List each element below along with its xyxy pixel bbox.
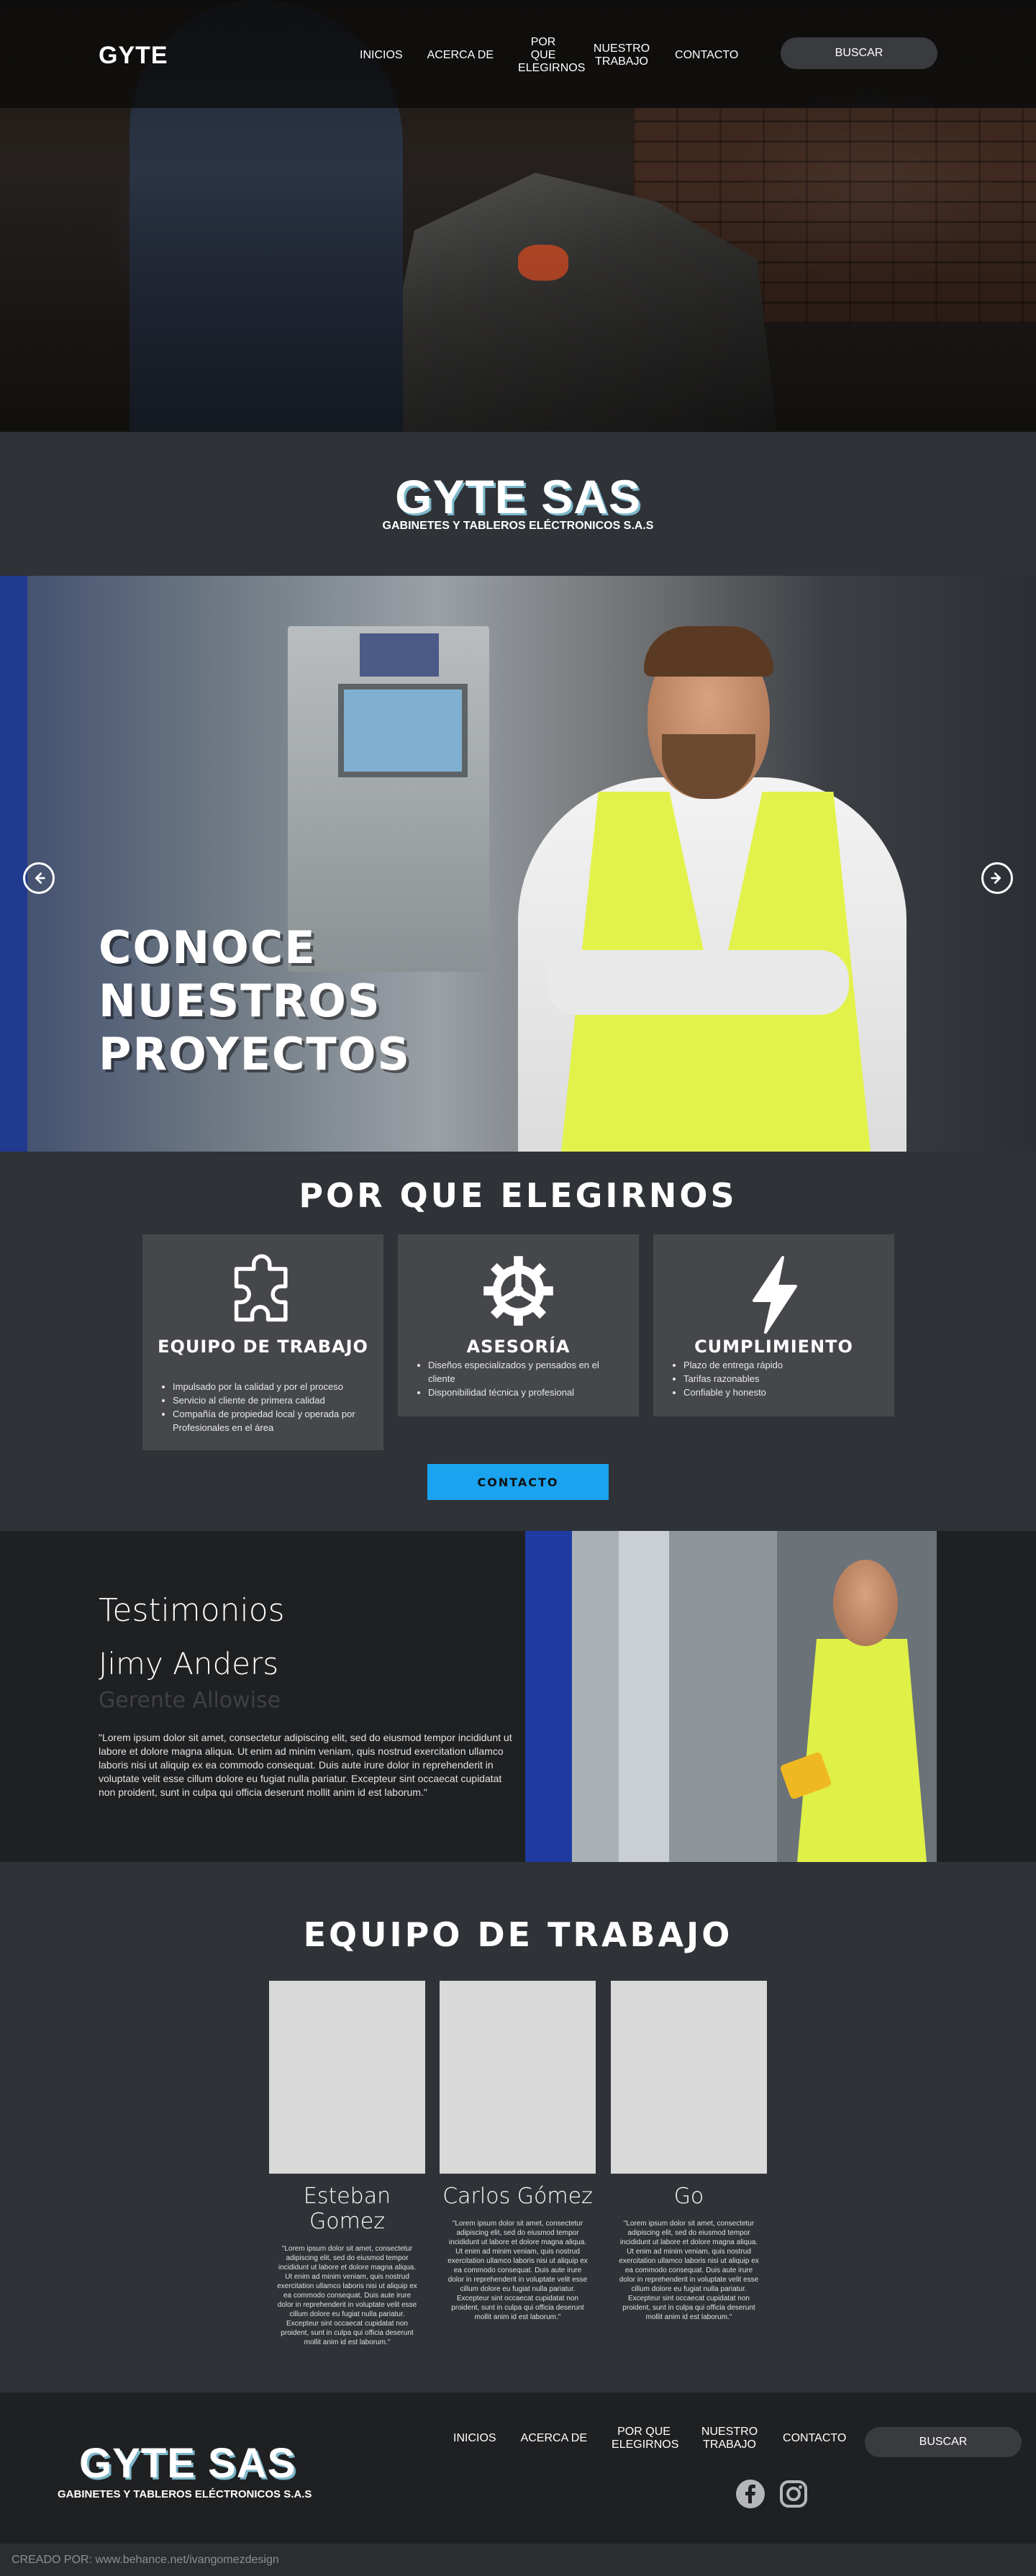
- credit-bar: CREADO POR: www.behance.net/ivangomezdes…: [0, 2544, 1036, 2576]
- carousel-panel-screen: [338, 684, 468, 777]
- why-card-list: Diseños especializados y pensados en el …: [415, 1358, 624, 1399]
- team-member: Go "Lorem ipsum dolor sit amet, consecte…: [611, 1981, 767, 2322]
- footer-link-por-que[interactable]: POR QUE ELEGIRNOS: [612, 2426, 678, 2451]
- footer-social: [735, 2479, 809, 2509]
- nav-search-button[interactable]: BUSCAR: [781, 37, 937, 69]
- carousel-blue-pillar: [0, 576, 27, 1152]
- why-card-title: ASESORÍA: [466, 1337, 571, 1357]
- nav-link-por-que[interactable]: POR QUE ELEGIRNOS: [518, 36, 585, 75]
- carousel-panel-display: [360, 633, 439, 677]
- why-card-title: CUMPLIMIENTO: [694, 1337, 853, 1357]
- testimonial-photo-head: [833, 1560, 898, 1646]
- arrow-right-circle-icon[interactable]: [981, 862, 1013, 894]
- nav-link-nuestro-trabajo[interactable]: NUESTRO TRABAJO: [593, 42, 650, 68]
- team-member-photo: [269, 1981, 425, 2174]
- testimonial-photo-vest: [797, 1639, 927, 1862]
- team-member-name: Esteban Gomez: [303, 2184, 391, 2234]
- why-card-list: Plazo de entrega rápido Tarifas razonabl…: [671, 1358, 880, 1399]
- team-member-name: Go: [673, 2184, 704, 2209]
- why-us-heading: POR QUE ELEGIRNOS: [299, 1176, 737, 1215]
- footer-link-acerca[interactable]: ACERCA DE: [521, 2432, 587, 2445]
- carousel-title-line: CONOCE: [99, 921, 317, 974]
- why-card-title: EQUIPO DE TRABAJO: [158, 1337, 368, 1357]
- nav-links: INICIOS ACERCA DE POR QUE ELEGIRNOS NUES…: [360, 36, 763, 75]
- why-card-item: Compañía de propiedad local y operada po…: [173, 1407, 369, 1434]
- carousel-control-panel: [288, 626, 489, 972]
- nav-link-inicios[interactable]: INICIOS: [360, 49, 403, 62]
- gear-icon: [398, 1253, 639, 1336]
- footer-link-inicios[interactable]: INICIOS: [453, 2432, 496, 2445]
- team-member-text: "Lorem ipsum dolor sit amet, consectetur…: [277, 2245, 417, 2346]
- facebook-icon[interactable]: [735, 2479, 765, 2509]
- why-card-item: Servicio al cliente de primera calidad: [173, 1393, 369, 1407]
- testimonial-name: Jimy Anders: [99, 1646, 279, 1681]
- footer-search-button[interactable]: BUSCAR: [865, 2427, 1022, 2457]
- why-us-section: POR QUE ELEGIRNOS EQUIPO DE TRABAJO Impu…: [0, 1152, 1036, 1531]
- team-member: Carlos Gómez "Lorem ipsum dolor sit amet…: [440, 1981, 596, 2322]
- top-navbar: GYTE INICIOS ACERCA DE POR QUE ELEGIRNOS…: [0, 0, 1036, 108]
- team-member-text: "Lorem ipsum dolor sit amet, consectetur…: [447, 2220, 588, 2321]
- footer-brand: GYTE SAS: [79, 2440, 296, 2487]
- projects-carousel: CONOCE NUESTROS PROYECTOS: [0, 576, 1036, 1152]
- why-card-item: Tarifas razonables: [683, 1372, 880, 1386]
- nav-logo[interactable]: GYTE: [99, 42, 168, 70]
- testimonials-title: Testimonios: [99, 1592, 285, 1629]
- carousel-man-hair: [644, 626, 773, 677]
- footer-links: INICIOS ACERCA DE POR QUE ELEGIRNOS NUES…: [453, 2426, 871, 2451]
- instagram-icon[interactable]: [778, 2479, 809, 2509]
- carousel-title-line: PROYECTOS: [99, 1028, 412, 1080]
- footer-link-contacto[interactable]: CONTACTO: [783, 2432, 846, 2445]
- carousel-title: CONOCE NUESTROS PROYECTOS: [99, 921, 411, 1081]
- why-card-item: Plazo de entrega rápido: [683, 1358, 880, 1372]
- brand-subtitle: GABINETES Y TABLEROS ELÉCTRONICOS S.A.S: [382, 520, 654, 532]
- team-heading: EQUIPO DE TRABAJO: [303, 1915, 733, 1954]
- footer-link-nuestro-trabajo[interactable]: NUESTRO TRABAJO: [701, 2426, 758, 2451]
- puzzle-icon: [142, 1253, 383, 1336]
- testimonials-section: Testimonios Jimy Anders Gerente Allowise…: [0, 1531, 1036, 1862]
- team-member-photo: [440, 1981, 596, 2174]
- why-card-item: Confiable y honesto: [683, 1386, 880, 1399]
- arrow-left-circle-icon[interactable]: [23, 862, 55, 894]
- team-member-photo: [611, 1981, 767, 2174]
- lightning-icon: [653, 1253, 894, 1336]
- team-member-name: Carlos Gómez: [442, 2184, 593, 2209]
- testimonial-photo: [525, 1531, 937, 1862]
- team-section: EQUIPO DE TRABAJO Esteban Gomez "Lorem i…: [0, 1862, 1036, 2392]
- team-member: Esteban Gomez "Lorem ipsum dolor sit ame…: [269, 1981, 425, 2347]
- footer-subtitle: GABINETES Y TABLEROS ELÉCTRONICOS S.A.S: [58, 2488, 312, 2500]
- why-card-asesoria: ASESORÍA Diseños especializados y pensad…: [398, 1234, 639, 1416]
- testimonial-quote: "Lorem ipsum dolor sit amet, consectetur…: [99, 1732, 512, 1798]
- nav-link-acerca[interactable]: ACERCA DE: [427, 49, 494, 62]
- contact-button[interactable]: CONTACTO: [427, 1464, 609, 1500]
- why-card-item: Diseños especializados y pensados en el …: [428, 1358, 624, 1386]
- footer: GYTE SAS GABINETES Y TABLEROS ELÉCTRONIC…: [0, 2392, 1036, 2544]
- why-card-list: Impulsado por la calidad y por el proces…: [160, 1380, 369, 1434]
- hero-section: GYTE INICIOS ACERCA DE POR QUE ELEGIRNOS…: [0, 0, 1036, 432]
- carousel-title-line: NUESTROS: [99, 975, 381, 1027]
- why-card-item: Disponibilidad técnica y profesional: [428, 1386, 624, 1399]
- testimonial-role: Gerente Allowise: [99, 1688, 281, 1713]
- brand-band: GYTE SAS GABINETES Y TABLEROS ELÉCTRONIC…: [0, 432, 1036, 576]
- why-card-item: Impulsado por la calidad y por el proces…: [173, 1380, 369, 1393]
- brand-title: GYTE SAS: [395, 470, 641, 523]
- why-card-equipo: EQUIPO DE TRABAJO Impulsado por la calid…: [142, 1234, 383, 1450]
- nav-link-contacto[interactable]: CONTACTO: [675, 49, 738, 62]
- carousel-crossed-arms: [547, 950, 849, 1015]
- why-card-cumplimiento: CUMPLIMIENTO Plazo de entrega rápido Tar…: [653, 1234, 894, 1416]
- team-member-text: "Lorem ipsum dolor sit amet, consectetur…: [619, 2220, 759, 2321]
